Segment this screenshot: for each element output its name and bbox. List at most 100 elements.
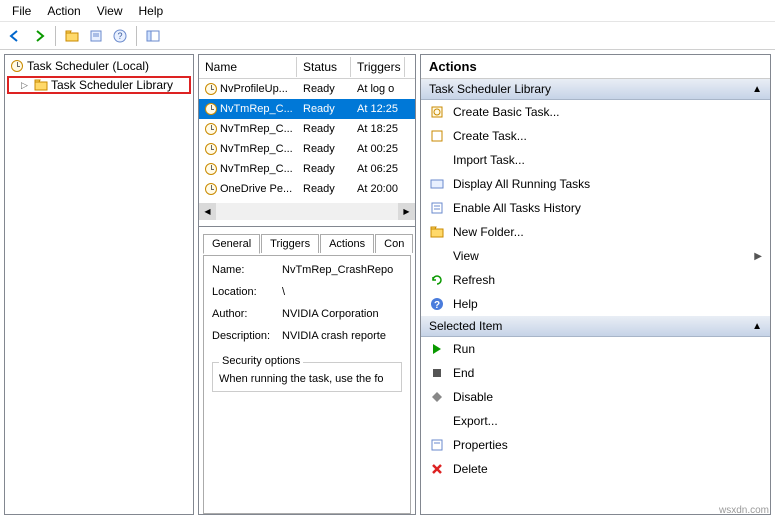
actions-group-selected-label: Selected Item xyxy=(429,319,502,333)
task-list: Name Status Triggers NvProfileUp... Ready… xyxy=(199,55,415,203)
task-icon xyxy=(205,183,217,195)
action-run[interactable]: Run xyxy=(421,337,770,361)
detail-name-value: NvTmRep_CrashRepo xyxy=(282,264,402,276)
action-view[interactable]: View ▶ xyxy=(421,244,770,268)
chevron-right-icon: ▶ xyxy=(754,251,762,262)
watermark: wsxdn.com xyxy=(719,505,769,516)
task-header: Name Status Triggers xyxy=(199,55,415,79)
action-import-task[interactable]: Import Task... xyxy=(421,148,770,172)
tab-general[interactable]: General xyxy=(203,234,260,254)
refresh-icon xyxy=(429,272,445,288)
task-row[interactable]: OneDrive Pe...ReadyAt 20:00 xyxy=(199,179,415,199)
actions-panel: Actions Task Scheduler Library ▲ Create … xyxy=(420,54,771,515)
scroll-track[interactable] xyxy=(216,203,398,220)
task-name: NvTmRep_C... xyxy=(220,163,293,175)
task-icon xyxy=(205,143,217,155)
svg-text:?: ? xyxy=(434,300,440,311)
collapse-icon: ▲ xyxy=(752,321,762,332)
scroll-right-arrow[interactable]: ▶ xyxy=(398,203,415,220)
task-trigger: At 12:25 xyxy=(351,101,405,117)
action-delete[interactable]: Delete xyxy=(421,457,770,481)
detail-name-label: Name: xyxy=(212,264,282,276)
scheduler-icon xyxy=(9,58,25,74)
menu-help[interactable]: Help xyxy=(131,2,172,19)
tab-triggers[interactable]: Triggers xyxy=(261,234,319,253)
forward-button[interactable] xyxy=(28,25,50,47)
main-area: Task Scheduler (Local) ▷ Task Scheduler … xyxy=(0,50,775,519)
task-row[interactable]: NvProfileUp... ReadyAt log o xyxy=(199,79,415,99)
tree-library[interactable]: ▷ Task Scheduler Library xyxy=(7,76,191,94)
task-icon xyxy=(205,163,217,175)
task-status: Ready xyxy=(297,81,351,97)
properties-button[interactable] xyxy=(85,25,107,47)
tree-root[interactable]: Task Scheduler (Local) xyxy=(7,57,191,75)
enable-history-icon xyxy=(429,200,445,216)
help-icon: ? xyxy=(429,296,445,312)
center-panel: Name Status Triggers NvProfileUp... Ready… xyxy=(198,54,416,515)
task-row[interactable]: NvTmRep_C...ReadyAt 06:25 xyxy=(199,159,415,179)
expander-icon[interactable]: ▷ xyxy=(21,80,31,91)
menu-action[interactable]: Action xyxy=(39,2,88,19)
tree-root-label: Task Scheduler (Local) xyxy=(27,59,149,73)
action-display-running[interactable]: Display All Running Tasks xyxy=(421,172,770,196)
security-text: When running the task, use the fo xyxy=(219,373,395,385)
detail-location-value: \ xyxy=(282,286,402,298)
detail-author-label: Author: xyxy=(212,308,282,320)
task-row[interactable]: NvTmRep_C...ReadyAt 00:25 xyxy=(199,139,415,159)
delete-icon xyxy=(429,461,445,477)
toolbar: ? xyxy=(0,22,775,50)
svg-text:?: ? xyxy=(117,31,122,41)
action-export[interactable]: Export... xyxy=(421,409,770,433)
action-disable[interactable]: Disable xyxy=(421,385,770,409)
detail-author-value: NVIDIA Corporation xyxy=(282,308,402,320)
actions-group-selected[interactable]: Selected Item ▲ xyxy=(421,316,770,337)
actions-title: Actions xyxy=(421,55,770,79)
menu-file[interactable]: File xyxy=(4,2,39,19)
help-toolbar-button[interactable]: ? xyxy=(109,25,131,47)
task-icon xyxy=(205,83,217,95)
menu-bar: File Action View Help xyxy=(0,0,775,22)
action-help[interactable]: ? Help xyxy=(421,292,770,316)
task-row[interactable]: NvTmRep_C... ReadyAt 18:25 xyxy=(199,119,415,139)
col-status[interactable]: Status xyxy=(297,57,351,77)
tab-conditions[interactable]: Con xyxy=(375,234,413,253)
details-panel: General Triggers Actions Con ◀ ▶ Name: N… xyxy=(199,226,415,514)
disable-icon xyxy=(429,389,445,405)
security-legend: Security options xyxy=(219,355,303,367)
tab-strip: General Triggers Actions Con ◀ ▶ xyxy=(203,231,411,255)
action-new-folder[interactable]: New Folder... xyxy=(421,220,770,244)
action-properties[interactable]: Properties xyxy=(421,433,770,457)
task-name: NvTmRep_C... xyxy=(220,143,293,155)
actions-group-library[interactable]: Task Scheduler Library ▲ xyxy=(421,79,770,100)
tree-panel: Task Scheduler (Local) ▷ Task Scheduler … xyxy=(4,54,194,515)
task-name: NvProfileUp... xyxy=(220,83,288,95)
horizontal-scrollbar[interactable]: ◀ ▶ xyxy=(199,203,415,220)
view-icon xyxy=(429,248,445,264)
back-button[interactable] xyxy=(4,25,26,47)
show-hide-button[interactable] xyxy=(142,25,164,47)
task-status: Ready xyxy=(297,161,351,177)
tab-actions[interactable]: Actions xyxy=(320,234,374,253)
action-create-task[interactable]: Create Task... xyxy=(421,124,770,148)
action-enable-history[interactable]: Enable All Tasks History xyxy=(421,196,770,220)
task-status: Ready xyxy=(297,121,351,137)
detail-description-value: NVIDIA crash reporte xyxy=(282,330,402,342)
task-row[interactable]: NvTmRep_C...ReadyAt 12:25 xyxy=(199,99,415,119)
scroll-left-arrow[interactable]: ◀ xyxy=(199,203,216,220)
task-status: Ready xyxy=(297,181,351,197)
task-trigger: At 18:25 xyxy=(351,121,405,137)
action-end[interactable]: End xyxy=(421,361,770,385)
col-name[interactable]: Name xyxy=(199,57,297,77)
run-icon xyxy=(429,341,445,357)
col-triggers[interactable]: Triggers xyxy=(351,57,405,77)
tab-content-general: Name: NvTmRep_CrashRepo Location: \ Auth… xyxy=(203,255,411,514)
actions-group-library-label: Task Scheduler Library xyxy=(429,82,551,96)
task-name: NvTmRep_C... xyxy=(220,123,293,135)
import-icon xyxy=(429,152,445,168)
folder-up-button[interactable] xyxy=(61,25,83,47)
task-status: Ready xyxy=(297,101,351,117)
task-trigger: At log o xyxy=(351,81,405,97)
menu-view[interactable]: View xyxy=(89,2,131,19)
action-refresh[interactable]: Refresh xyxy=(421,268,770,292)
action-create-basic-task[interactable]: Create Basic Task... xyxy=(421,100,770,124)
